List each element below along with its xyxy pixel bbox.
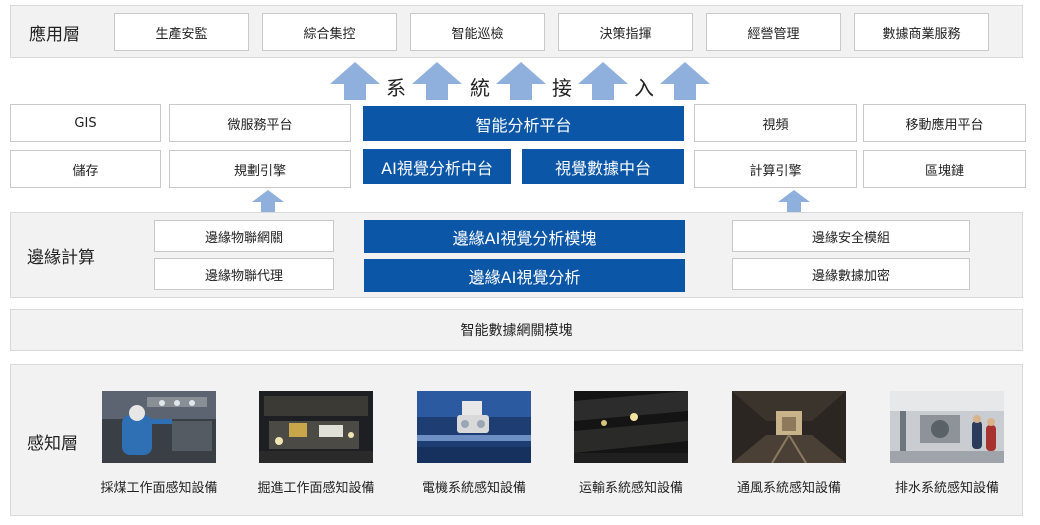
up-arrow-icon xyxy=(496,62,546,100)
smart-analysis-platform[interactable]: 智能分析平台 xyxy=(363,106,684,141)
pump-room-photo xyxy=(890,391,1004,463)
application-layer-band: 應用層 生產安監 綜合集控 智能巡檢 決策指揮 經營管理 數據商業服務 xyxy=(10,5,1023,58)
app-item-data-business-service[interactable]: 數據商業服務 xyxy=(854,13,989,51)
miner-worker-photo xyxy=(102,391,216,463)
platform-mobile-app[interactable]: 移動應用平台 xyxy=(863,104,1026,142)
ventilation-tunnel-photo xyxy=(732,391,846,463)
ai-vision-analysis-middle-platform[interactable]: AI視覺分析中台 xyxy=(363,149,511,184)
up-arrow-icon xyxy=(412,62,462,100)
device-caption-2: 掘進工作面感知設備 xyxy=(257,481,375,496)
platform-blockchain[interactable]: 區塊鏈 xyxy=(863,150,1026,188)
edge-iot-gateway[interactable]: 邊緣物聯網關 xyxy=(154,220,334,252)
edge-security-module[interactable]: 邊緣安全模組 xyxy=(732,220,970,252)
system-access-char-2: 統 xyxy=(470,76,490,100)
platform-storage[interactable]: 儲存 xyxy=(10,150,161,188)
perception-layer-band: 感知層 採煤工作面感知設備 掘進工作面感知設備 電機系統感知設備 运輸系統感知設… xyxy=(10,364,1023,516)
application-layer-label: 應用層 xyxy=(29,25,80,45)
up-arrow-icon xyxy=(660,62,710,100)
perception-layer-label: 感知層 xyxy=(27,434,78,454)
device-caption-5: 通風系統感知設備 xyxy=(736,481,841,496)
device-caption-4: 运輸系統感知設備 xyxy=(578,481,683,496)
platform-video[interactable]: 視頻 xyxy=(694,104,857,142)
up-arrow-icon xyxy=(252,190,284,212)
system-access-char-1: 系 xyxy=(386,76,406,100)
edge-computing-band: 邊緣計算 邊緣物聯網關 邊緣物聯代理 邊緣AI視覺分析模塊 邊緣AI視覺分析 邊… xyxy=(10,212,1023,298)
app-item-production-safety[interactable]: 生產安監 xyxy=(114,13,249,51)
up-arrow-icon xyxy=(330,62,380,100)
edge-computing-label: 邊緣計算 xyxy=(27,248,95,268)
platform-gis[interactable]: GIS xyxy=(10,104,161,142)
system-access-char-3: 接 xyxy=(552,76,572,100)
app-item-smart-inspection[interactable]: 智能巡檢 xyxy=(410,13,545,51)
motor-sensor-photo xyxy=(417,391,531,463)
tunnel-machine-photo xyxy=(259,391,373,463)
device-caption-3: 電機系統感知設備 xyxy=(421,481,526,496)
device-caption-1: 採煤工作面感知設備 xyxy=(100,481,218,496)
vision-data-middle-platform[interactable]: 視覺數據中台 xyxy=(522,149,684,184)
gateway-band: 智能數據網關模塊 xyxy=(10,309,1023,351)
up-arrow-icon xyxy=(578,62,628,100)
app-item-business-management[interactable]: 經營管理 xyxy=(706,13,841,51)
edge-iot-agent[interactable]: 邊緣物聯代理 xyxy=(154,258,334,290)
system-access-char-4: 入 xyxy=(634,76,654,100)
edge-data-encryption[interactable]: 邊緣數據加密 xyxy=(732,258,970,290)
up-arrow-icon xyxy=(778,190,810,212)
app-item-decision-command[interactable]: 決策指揮 xyxy=(558,13,693,51)
platform-planning-engine[interactable]: 規劃引擎 xyxy=(169,150,351,188)
gateway-label: 智能數據網關模塊 xyxy=(460,323,573,339)
app-item-integrated-control[interactable]: 綜合集控 xyxy=(262,13,397,51)
edge-ai-vision-analysis[interactable]: 邊緣AI視覺分析 xyxy=(364,259,685,292)
edge-ai-vision-module[interactable]: 邊緣AI視覺分析模塊 xyxy=(364,220,685,253)
platform-microservice[interactable]: 微服務平台 xyxy=(169,104,351,142)
device-caption-6: 排水系統感知設備 xyxy=(894,481,999,496)
platform-compute-engine[interactable]: 計算引擎 xyxy=(694,150,857,188)
conveyor-tunnel-photo xyxy=(574,391,688,463)
